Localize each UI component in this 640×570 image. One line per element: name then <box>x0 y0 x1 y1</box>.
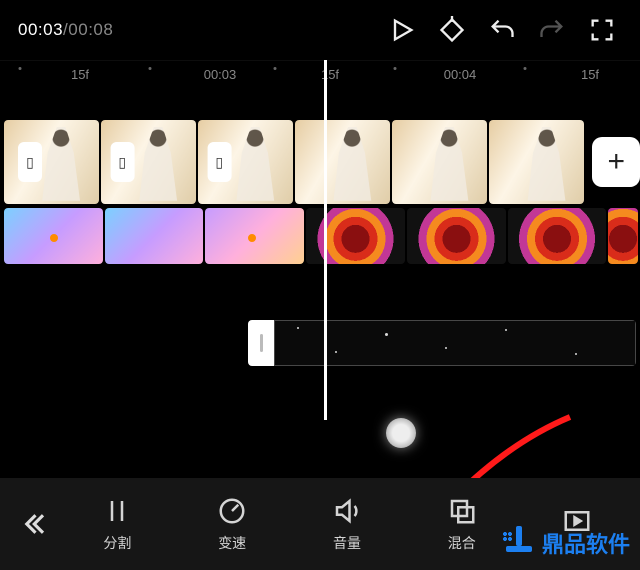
tool-label: 混合 <box>448 533 476 553</box>
effect-clip[interactable] <box>306 208 405 264</box>
ruler-dot <box>524 67 527 70</box>
clip-thumb[interactable] <box>295 120 390 204</box>
effect-clip[interactable] <box>508 208 607 264</box>
ruler-dot <box>394 67 397 70</box>
blend-icon <box>447 496 477 526</box>
track-node <box>50 234 58 242</box>
play-button[interactable] <box>382 10 422 50</box>
ruler-tick: 00:03 <box>204 67 237 82</box>
overlay-clip[interactable] <box>248 320 636 366</box>
add-clip-button[interactable]: + <box>592 137 640 187</box>
main-video-track[interactable]: ▯ ▯ ▯ + <box>0 120 640 204</box>
tool-label: 分割 <box>103 533 131 553</box>
transition-button[interactable]: ▯ <box>18 142 42 182</box>
watermark-text: 鼎品软件 <box>542 527 630 559</box>
watermark: 鼎品软件 <box>498 522 634 564</box>
track-node <box>248 234 256 242</box>
clip-thumb[interactable] <box>489 120 584 204</box>
tool-label: 变速 <box>218 533 246 553</box>
playhead[interactable] <box>324 60 327 420</box>
back-button[interactable] <box>6 497 60 551</box>
current-time: 00:03 <box>18 20 63 39</box>
total-duration: 00:08 <box>68 20 113 39</box>
keyframe-button[interactable] <box>432 10 472 50</box>
clip-thumb[interactable]: ▯ <box>4 120 99 204</box>
ruler-tick: 00:04 <box>444 67 477 82</box>
transition-button[interactable]: ▯ <box>110 142 134 182</box>
clip-handle-left[interactable] <box>248 320 274 366</box>
transition-button[interactable]: ▯ <box>207 142 231 182</box>
split-icon <box>102 496 132 526</box>
ruler-dot <box>19 67 22 70</box>
tool-label: 音量 <box>333 533 361 553</box>
tool-volume[interactable]: 音量 <box>290 496 405 553</box>
effect-clip[interactable] <box>105 208 204 264</box>
watermark-icon <box>502 526 536 560</box>
scrubber-handle[interactable] <box>386 418 416 448</box>
ruler-tick: 15f <box>581 67 599 82</box>
ruler-dot <box>274 67 277 70</box>
clip-thumb[interactable]: ▯ <box>198 120 293 204</box>
ruler-tick: 15f <box>71 67 89 82</box>
speed-icon <box>217 496 247 526</box>
tool-split[interactable]: 分割 <box>60 496 175 553</box>
volume-icon <box>332 496 362 526</box>
overlay-clip-body[interactable] <box>274 320 636 366</box>
effect-clip[interactable] <box>407 208 506 264</box>
timeline-ruler[interactable]: 15f 00:03 15f 00:04 15f <box>0 60 640 92</box>
ruler-dot <box>149 67 152 70</box>
clip-thumb[interactable]: ▯ <box>101 120 196 204</box>
clip-thumb[interactable] <box>392 120 487 204</box>
effect-track[interactable] <box>0 208 640 264</box>
tool-speed[interactable]: 变速 <box>175 496 290 553</box>
redo-button[interactable] <box>532 10 572 50</box>
fullscreen-button[interactable] <box>582 10 622 50</box>
undo-button[interactable] <box>482 10 522 50</box>
effect-clip[interactable] <box>608 208 638 264</box>
